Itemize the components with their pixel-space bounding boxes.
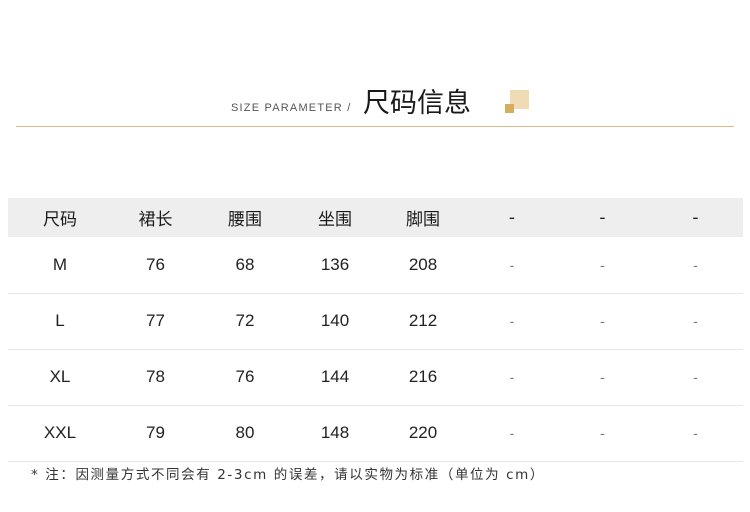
column-header: 腰围 <box>228 210 262 230</box>
table-cell: - <box>467 405 557 462</box>
table-cell: - <box>648 405 743 462</box>
table-cell: 78 <box>112 349 199 406</box>
table-cell: - <box>467 349 557 406</box>
column-header: - <box>692 207 699 228</box>
table-cell: 79 <box>112 405 199 462</box>
column-header: 脚围 <box>406 210 440 230</box>
table-cell: 76 <box>112 237 199 294</box>
table-cell: - <box>557 405 648 462</box>
decorative-squares-icon <box>505 90 529 114</box>
table-cell: 216 <box>379 349 467 406</box>
table-cell: - <box>467 237 557 294</box>
table-cell: 148 <box>291 405 379 462</box>
table-header-row: 尺码 裙长 腰围 坐围 脚围 - - - <box>8 198 743 237</box>
table-cell: 76 <box>199 349 291 406</box>
table-cell: 136 <box>291 237 379 294</box>
table-cell: 72 <box>199 293 291 350</box>
table-cell: M <box>8 237 112 294</box>
table-cell: 144 <box>291 349 379 406</box>
table-cell: - <box>648 237 743 294</box>
table-cell: 77 <box>112 293 199 350</box>
table-cell: 80 <box>199 405 291 462</box>
column-header: - <box>599 207 606 228</box>
section-title: 尺码信息 <box>363 88 471 119</box>
table-cell: 212 <box>379 293 467 350</box>
table-row: M 76 68 136 208 - - - <box>8 237 743 294</box>
table-cell: - <box>557 349 648 406</box>
table-cell: XL <box>8 349 112 406</box>
header-divider <box>16 126 734 127</box>
table-cell: - <box>557 237 648 294</box>
column-header: - <box>508 207 516 228</box>
table-cell: - <box>648 349 743 406</box>
table-row: XXL 79 80 148 220 - - - <box>8 405 743 462</box>
table-cell: 220 <box>379 405 467 462</box>
table-cell: 140 <box>291 293 379 350</box>
column-header: 尺码 <box>43 210 77 230</box>
table-cell: 208 <box>379 237 467 294</box>
table-cell: - <box>467 293 557 350</box>
column-header: 裙长 <box>138 210 173 230</box>
table-row: XL 78 76 144 216 - - - <box>8 349 743 406</box>
table-cell: XXL <box>8 405 112 462</box>
table-cell: - <box>557 293 648 350</box>
table-row: L 77 72 140 212 - - - <box>8 293 743 350</box>
measurement-note: * 注：因测量方式不同会有 2-3cm 的误差，请以实物为标准（单位为 cm） <box>31 467 546 483</box>
section-header: SIZE PARAMETER / 尺码信息 <box>0 76 750 126</box>
section-subtitle: SIZE PARAMETER / <box>231 102 352 114</box>
column-header: 坐围 <box>318 210 352 230</box>
deco-square-small <box>505 104 514 113</box>
table-cell: L <box>8 293 112 350</box>
table-cell: - <box>648 293 743 350</box>
size-table: 尺码 裙长 腰围 坐围 脚围 - - - M 76 68 136 208 - -… <box>8 198 743 462</box>
table-cell: 68 <box>199 237 291 294</box>
